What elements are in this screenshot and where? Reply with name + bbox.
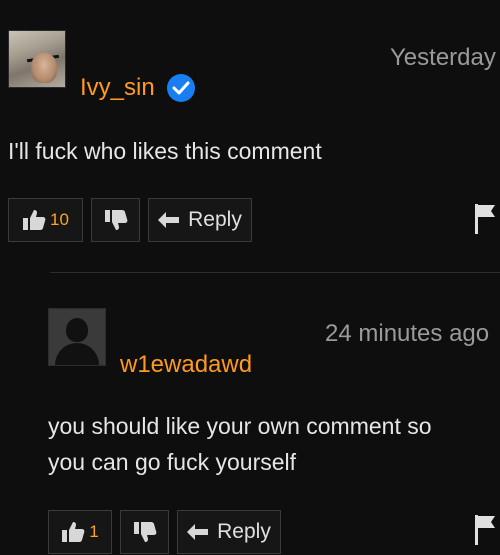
thumbs-up-icon bbox=[61, 521, 85, 543]
comment-text-line: you can go fuck yourself bbox=[48, 449, 297, 475]
comment-divider bbox=[50, 272, 500, 273]
flag-icon[interactable] bbox=[474, 515, 496, 550]
flag-icon[interactable] bbox=[474, 204, 496, 239]
thumbs-down-icon bbox=[104, 209, 128, 231]
comment-author: Ivy_sin bbox=[80, 74, 195, 102]
thumbs-down-icon bbox=[133, 521, 157, 543]
user-avatar[interactable] bbox=[8, 30, 66, 88]
reply-button[interactable]: Reply bbox=[148, 198, 252, 242]
comment-text: I'll fuck who likes this comment bbox=[8, 138, 322, 164]
username-link[interactable]: Ivy_sin bbox=[80, 74, 155, 102]
verified-check-icon bbox=[166, 74, 195, 102]
reply-button[interactable]: Reply bbox=[177, 510, 281, 554]
like-count: 1 bbox=[89, 522, 99, 541]
dislike-button[interactable] bbox=[91, 198, 140, 242]
user-avatar[interactable] bbox=[48, 308, 106, 366]
reply-arrow-icon bbox=[187, 524, 209, 540]
like-button[interactable]: 1 bbox=[48, 510, 112, 554]
reply-label: Reply bbox=[188, 208, 242, 231]
comment-text-line: you should like your own comment so bbox=[48, 413, 432, 439]
dislike-button[interactable] bbox=[120, 510, 169, 554]
like-count: 10 bbox=[50, 210, 69, 229]
comment-timestamp: 24 minutes ago bbox=[325, 320, 490, 347]
comment-timestamp: Yesterday bbox=[390, 44, 496, 71]
reply-label: Reply bbox=[217, 520, 271, 543]
username-link[interactable]: w1ewadawd bbox=[120, 351, 252, 379]
reply-arrow-icon bbox=[158, 212, 180, 228]
like-button[interactable]: 10 bbox=[8, 198, 83, 242]
thumbs-up-icon bbox=[22, 209, 46, 231]
